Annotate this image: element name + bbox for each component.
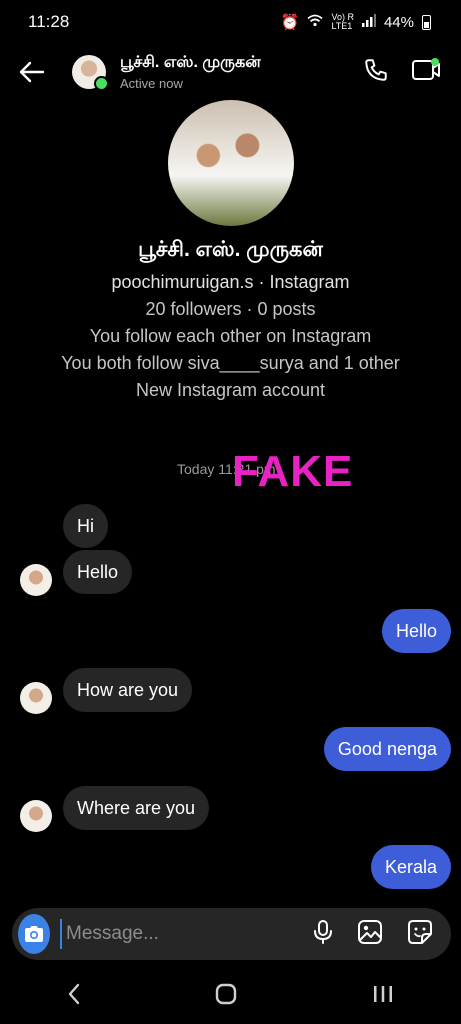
battery-icon [422, 14, 431, 30]
nav-recents-icon [373, 986, 392, 1002]
message-avatar[interactable] [20, 800, 52, 832]
camera-button[interactable] [18, 914, 50, 954]
sticker-icon [408, 919, 432, 944]
voice-message-button[interactable] [313, 919, 333, 950]
call-button[interactable] [363, 57, 389, 88]
profile-mutual-follow: You follow each other on Instagram [89, 326, 372, 346]
system-navigation-bar [0, 970, 461, 1024]
gallery-button[interactable] [357, 919, 383, 950]
message-avatar[interactable] [20, 682, 52, 714]
status-time: 11:28 [28, 12, 70, 31]
nav-back-button[interactable] [67, 983, 81, 1012]
video-call-button[interactable] [411, 57, 441, 88]
message-bubble-outgoing[interactable]: Kerala [370, 845, 451, 889]
profile-card: பூச்சி. எஸ். முருகன் poochimuruigan.s · … [0, 100, 461, 401]
fake-watermark: FAKE [232, 447, 354, 496]
profile-handle: poochimuruigan.s · Instagram [111, 272, 350, 292]
header-actions [363, 57, 441, 88]
nav-back-icon [68, 983, 80, 1004]
gallery-icon [358, 919, 382, 944]
phone-icon [365, 58, 387, 81]
profile-name: பூச்சி. எஸ். முருகன் [138, 238, 323, 261]
message-bubble-incoming[interactable]: How are you [63, 668, 193, 712]
alarm-icon: ⏰ [280, 14, 300, 31]
signal-icon [361, 13, 376, 31]
camera-icon [25, 926, 43, 942]
profile-common-followers: You both follow siva____surya and 1 othe… [61, 353, 400, 373]
battery-percent: 44% [383, 13, 414, 31]
network-label: Vo) R LTE1 [331, 12, 354, 31]
message-bubble-incoming[interactable]: Hi [63, 504, 108, 548]
message-bubble-incoming[interactable]: Hello [63, 550, 133, 594]
sticker-button[interactable] [407, 919, 433, 950]
wifi-icon [307, 14, 324, 31]
composer-actions [313, 919, 433, 950]
back-button[interactable] [2, 44, 62, 100]
message-input[interactable] [60, 919, 313, 949]
nav-home-icon [216, 983, 237, 1004]
back-arrow-icon [19, 61, 45, 83]
status-bar: 11:28 ⏰ Vo) R LTE1 44% [0, 0, 461, 44]
video-call-icon [412, 57, 440, 80]
profile-account-note: New Instagram account [135, 380, 326, 400]
status-icons: ⏰ Vo) R LTE1 44% [281, 13, 431, 31]
nav-home-button[interactable] [215, 983, 237, 1012]
header-title[interactable]: பூச்சி. எஸ். முருகன் Active now [120, 53, 261, 91]
message-bubble-incoming[interactable]: Where are you [63, 786, 210, 830]
profile-picture[interactable] [167, 100, 294, 226]
header-active-status: Active now [120, 76, 183, 91]
microphone-icon [314, 919, 332, 944]
message-composer [12, 908, 451, 960]
nav-recents-button[interactable] [372, 983, 394, 1011]
message-bubble-outgoing[interactable]: Hello [381, 609, 451, 653]
profile-stats: 20 followers · 0 posts [145, 299, 316, 319]
message-bubble-outgoing[interactable]: Good nenga [323, 727, 451, 771]
header-contact-name: பூச்சி. எஸ். முருகன் [120, 54, 261, 71]
header-avatar[interactable] [72, 55, 109, 91]
chat-header: பூச்சி. எஸ். முருகன் Active now [0, 44, 461, 100]
online-indicator [94, 76, 109, 91]
message-avatar[interactable] [20, 564, 52, 596]
